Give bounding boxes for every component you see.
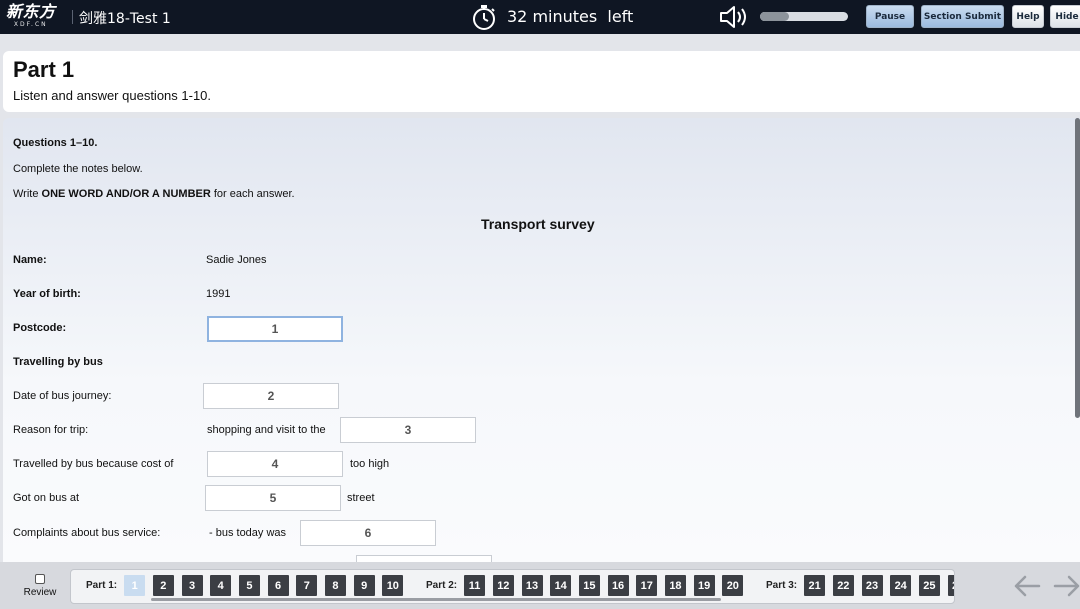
instruction-line-1: Complete the notes below. (13, 163, 143, 175)
question-nav-button[interactable]: 23 (861, 575, 883, 596)
volume-level (760, 12, 790, 21)
got-on-label: Got on bus at (13, 492, 80, 504)
brand-logo: 新东方 XDF.CN (6, 2, 56, 29)
bottom-bar: Review Part 1: 1 2 3 4 5 6 7 8 9 10 Part 2: 11 12 13 14… (0, 562, 1080, 609)
birth-label: Year of birth: (13, 288, 81, 300)
part-title: Part 1 (13, 57, 75, 82)
review-checkbox[interactable] (35, 574, 45, 584)
question-nav-button[interactable]: 25 (918, 575, 940, 596)
answer-field-3[interactable]: 3 (340, 417, 476, 443)
question-nav-button[interactable]: 16 (607, 575, 629, 596)
test-title: 剑雅18-Test 1 (79, 11, 171, 27)
question-nav-button[interactable]: 26 (947, 575, 954, 596)
complaints-prefix: - bus today was (209, 527, 287, 539)
content-scrollbar[interactable] (1075, 118, 1080, 418)
postcode-label: Postcode: (13, 322, 67, 334)
question-nav-button[interactable]: 2 (152, 575, 174, 596)
instruction-line-2: Write ONE WORD AND/OR A NUMBER for each … (13, 188, 295, 200)
navigator-scrollbar[interactable] (151, 598, 721, 601)
pause-button[interactable]: Pause (866, 5, 914, 28)
question-nav-button[interactable]: 21 (804, 575, 826, 596)
question-nav-button[interactable]: 24 (890, 575, 912, 596)
review-label: Review (23, 587, 57, 598)
question-nav-button[interactable]: 7 (296, 575, 318, 596)
date-label: Date of bus journey: (13, 390, 112, 402)
question-nav-button[interactable]: 22 (832, 575, 854, 596)
question-nav-button[interactable]: 14 (550, 575, 572, 596)
answer-field-6[interactable]: 6 (300, 520, 436, 546)
speaker-icon[interactable] (718, 3, 750, 31)
name-label: Name: (13, 254, 47, 266)
word-limit: ONE WORD AND/OR A NUMBER (41, 188, 211, 200)
volume-slider[interactable] (760, 12, 848, 21)
question-nav-button[interactable]: 18 (664, 575, 686, 596)
question-nav-button[interactable]: 11 (464, 575, 486, 596)
question-panel[interactable]: Questions 1–10. Complete the notes below… (3, 118, 1080, 562)
part-instruction: Listen and answer questions 1-10. (13, 88, 212, 103)
section-submit-button[interactable]: Section Submit (921, 5, 1004, 28)
part-label: Part 2: (426, 580, 458, 591)
answer-field-5[interactable]: 5 (205, 485, 341, 511)
question-nav-button[interactable]: 10 (382, 575, 404, 596)
help-button[interactable]: Help (1012, 5, 1044, 28)
question-navigator: Part 1: 1 2 3 4 5 6 7 8 9 10 Part 2: 11 12 13 14 15 16 17 1… (70, 569, 955, 604)
next-arrow-icon[interactable] (1052, 573, 1080, 599)
question-nav-button[interactable]: 8 (324, 575, 346, 596)
part-label: Part 1: (86, 580, 118, 591)
cost-label: Travelled by bus because cost of (13, 458, 174, 470)
time-remaining: 32 minutes left (507, 7, 634, 26)
question-nav-button[interactable]: 19 (693, 575, 715, 596)
question-nav-button[interactable]: 20 (722, 575, 744, 596)
question-nav-button[interactable]: 1 (124, 575, 146, 596)
questions-heading: Questions 1–10. (13, 137, 98, 149)
hide-button[interactable]: Hide (1050, 5, 1080, 28)
instruction-prefix: Write (13, 188, 42, 200)
stopwatch-icon (473, 5, 495, 30)
previous-arrow-icon[interactable] (1012, 573, 1042, 599)
cost-suffix: too high (350, 458, 390, 470)
answer-field-2[interactable]: 2 (203, 383, 339, 409)
notes-title: Transport survey (481, 216, 595, 232)
question-nav-button[interactable]: 17 (636, 575, 658, 596)
question-nav-button[interactable]: 3 (181, 575, 203, 596)
question-nav-button[interactable]: 15 (578, 575, 600, 596)
answer-field-next[interactable] (356, 555, 492, 562)
bus-section-heading: Travelling by bus (13, 356, 103, 368)
birth-value: 1991 (206, 288, 231, 300)
part-label: Part 3: (766, 580, 798, 591)
question-nav-button[interactable]: 13 (521, 575, 543, 596)
reason-prefix: shopping and visit to the (207, 424, 326, 436)
question-nav-button[interactable]: 5 (238, 575, 260, 596)
question-nav-button[interactable]: 4 (210, 575, 232, 596)
question-nav-row: Part 1: 1 2 3 4 5 6 7 8 9 10 Part 2: 11 12 13 14 15 16 17 1… (71, 575, 954, 596)
part-header: Part 1 Listen and answer questions 1-10. (3, 51, 1080, 112)
logo-subtext: XDF.CN (13, 21, 48, 28)
logo-text: 新东方 (6, 2, 56, 21)
top-bar: 新东方 XDF.CN 剑雅18-Test 1 32 minutes left P… (0, 0, 1080, 34)
answer-field-4[interactable]: 4 (207, 451, 343, 477)
reason-label: Reason for trip: (13, 424, 89, 436)
answer-field-1[interactable]: 1 (207, 316, 343, 342)
question-nav-button[interactable]: 12 (492, 575, 514, 596)
question-nav-button[interactable]: 9 (353, 575, 375, 596)
instruction-suffix: for each answer. (210, 188, 295, 200)
review-toggle[interactable]: Review (20, 574, 60, 598)
name-value: Sadie Jones (206, 254, 267, 266)
complaints-label: Complaints about bus service: (13, 527, 161, 539)
title-divider (72, 10, 73, 24)
got-on-suffix: street (347, 492, 375, 504)
question-nav-button[interactable]: 6 (267, 575, 289, 596)
